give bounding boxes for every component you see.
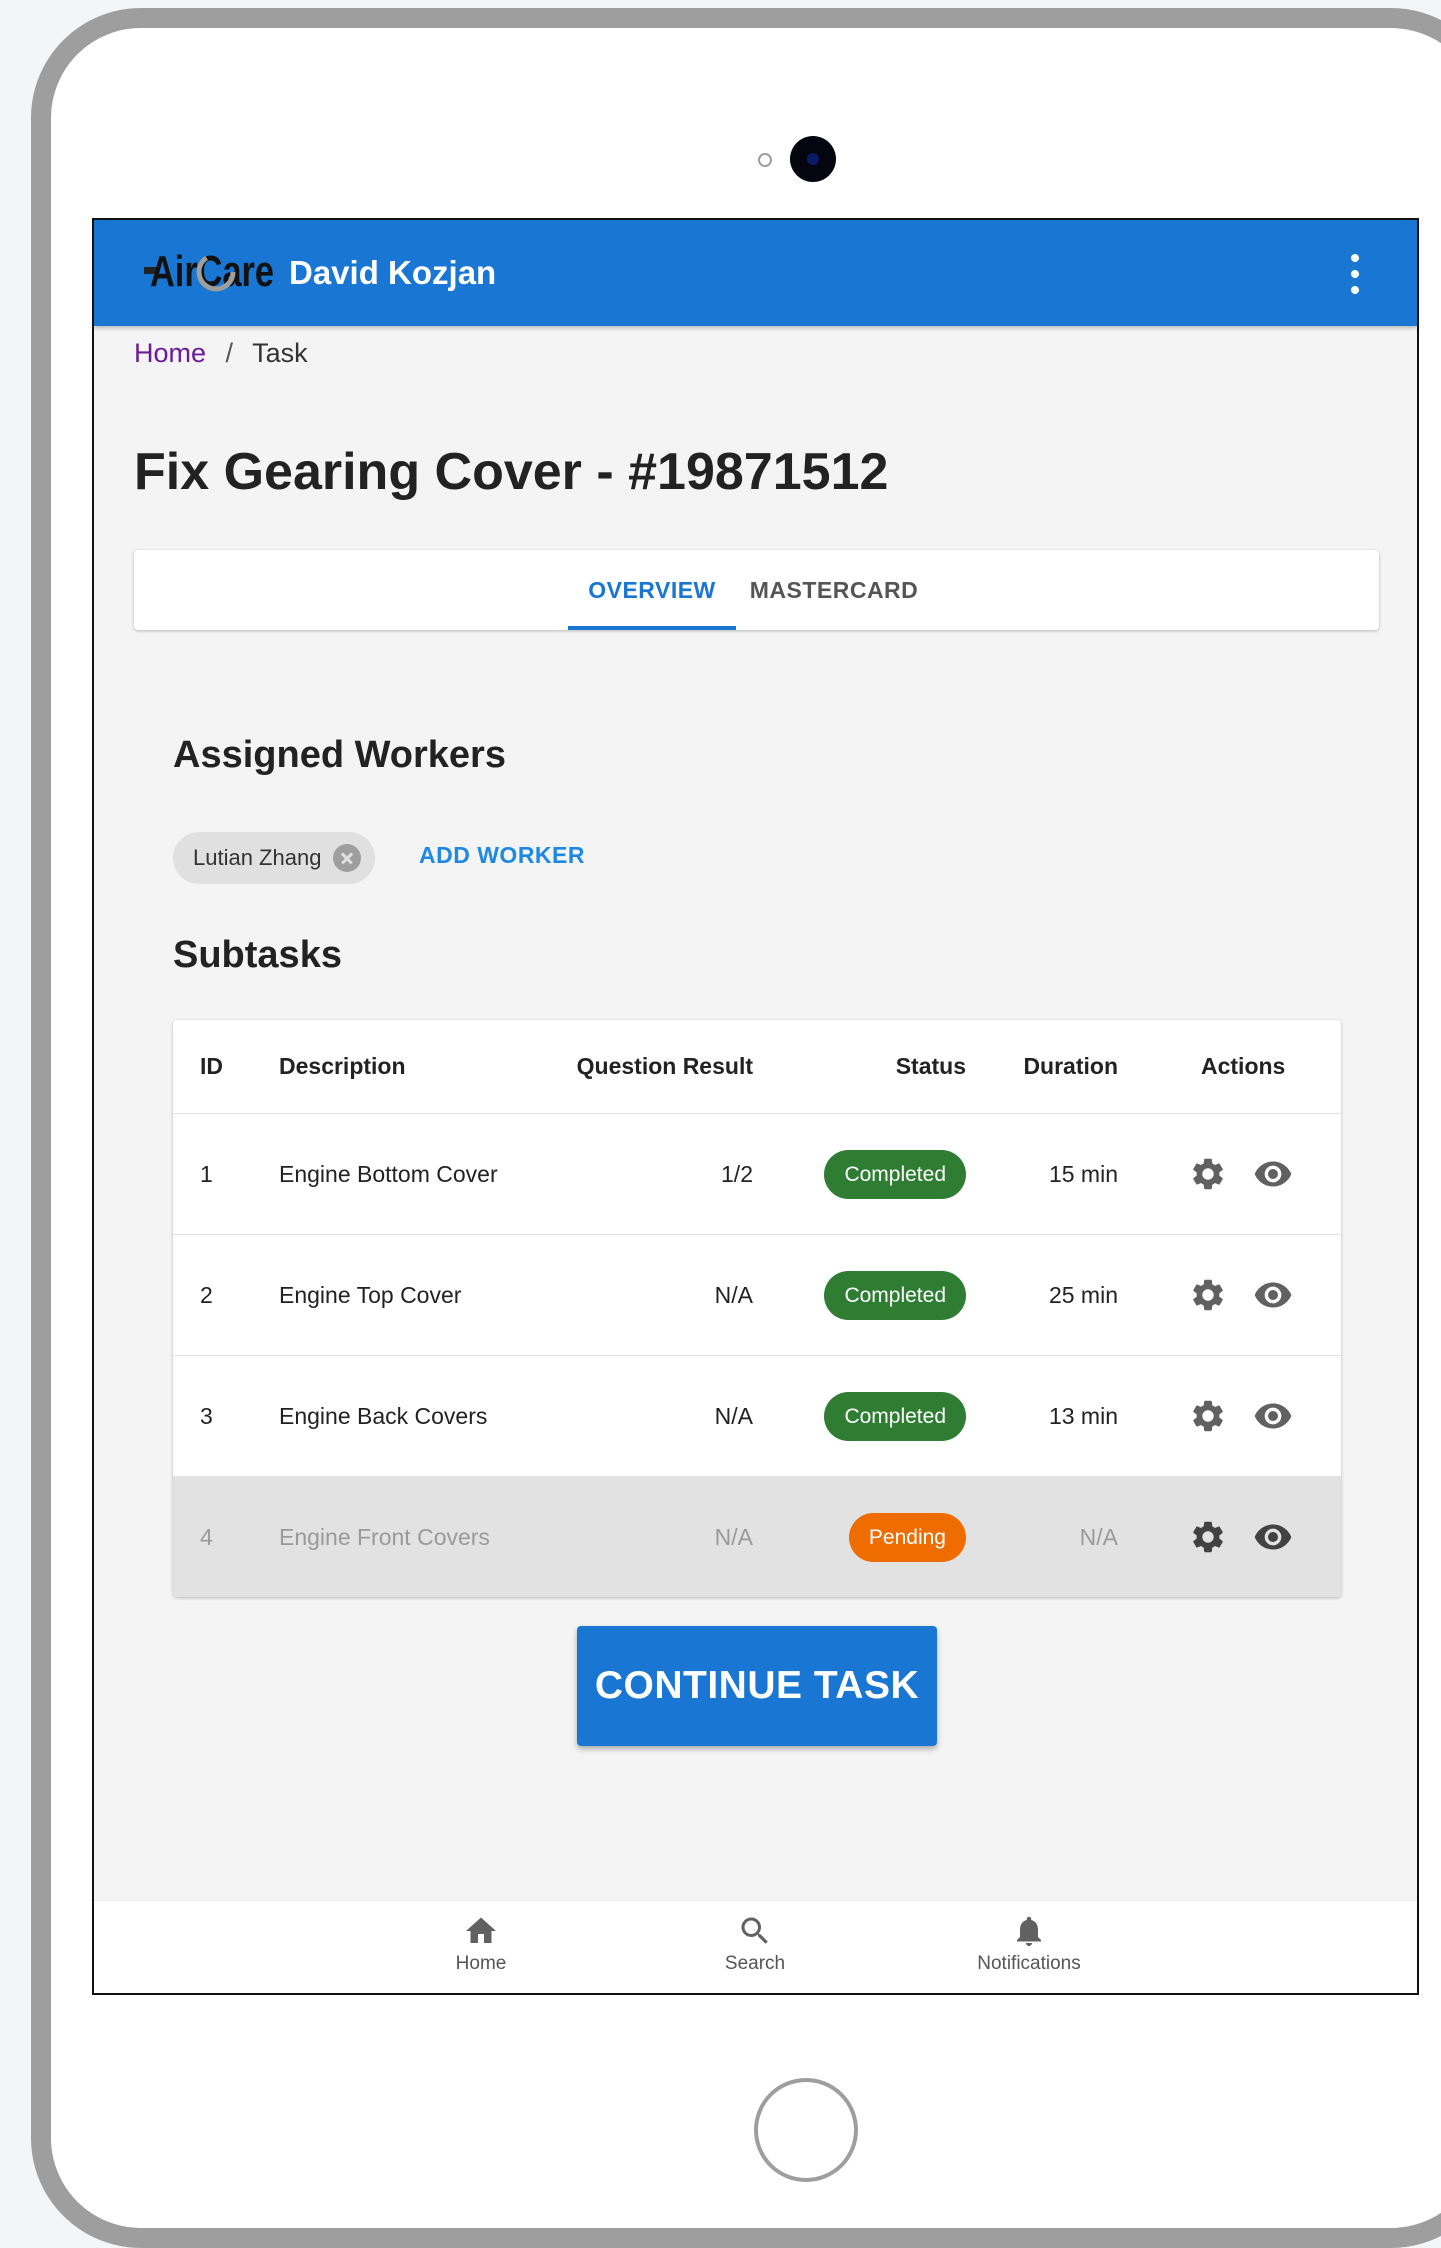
nav-notifications[interactable]: Notifications	[949, 1913, 1109, 1975]
add-worker-button[interactable]: ADD WORKER	[419, 842, 585, 869]
assigned-workers-heading: Assigned Workers	[173, 734, 506, 776]
view-eye-icon[interactable]	[1253, 1517, 1293, 1557]
view-eye-icon[interactable]	[1253, 1275, 1293, 1315]
status-badge: Completed	[824, 1391, 966, 1441]
row-id: 3	[200, 1402, 213, 1429]
nav-home-label: Home	[455, 1953, 507, 1974]
status-badge: Pending	[848, 1512, 966, 1562]
nav-search-label: Search	[724, 1953, 786, 1974]
nav-search[interactable]: Search	[675, 1913, 835, 1975]
status-badge: Completed	[824, 1270, 966, 1320]
worker-chip[interactable]: Lutian Zhang	[173, 832, 376, 884]
table-row[interactable]: 1 Engine Bottom Cover 1/2 Completed 15 m…	[173, 1114, 1341, 1235]
column-header-id[interactable]: ID	[200, 1020, 223, 1113]
table-row[interactable]: 2 Engine Top Cover N/A Completed 25 min	[173, 1235, 1341, 1356]
row-duration: 13 min	[1048, 1402, 1118, 1429]
remove-worker-icon[interactable]	[333, 844, 362, 872]
search-icon	[741, 1917, 768, 1944]
column-header-duration[interactable]: Duration	[1023, 1020, 1118, 1113]
tab-overview[interactable]: OVERVIEW	[568, 550, 736, 630]
table-row[interactable]: 4 Engine Front Covers N/A Pending N/A	[173, 1477, 1341, 1597]
table-row[interactable]: 3 Engine Back Covers N/A Completed 13 mi…	[173, 1356, 1341, 1477]
settings-gear-icon[interactable]	[1188, 1275, 1228, 1315]
more-menu-button[interactable]	[1347, 254, 1363, 294]
more-vert-icon	[1351, 254, 1359, 262]
row-duration: 25 min	[1048, 1281, 1118, 1308]
home-icon	[466, 1917, 496, 1943]
column-header-actions: Actions	[1201, 1053, 1286, 1079]
settings-gear-icon[interactable]	[1188, 1517, 1228, 1557]
column-header-status[interactable]: Status	[896, 1020, 966, 1113]
breadcrumb: Home / Task	[134, 338, 308, 369]
front-camera	[790, 136, 836, 182]
breadcrumb-current: Task	[252, 338, 308, 368]
front-sensor	[758, 153, 772, 167]
settings-gear-icon[interactable]	[1188, 1154, 1228, 1194]
row-description: Engine Front Covers	[279, 1523, 490, 1550]
row-question-result: N/A	[714, 1281, 753, 1308]
tab-mastercard[interactable]: MASTERCARD	[736, 550, 932, 630]
bottom-navigation: Home Search Notifications	[94, 1900, 1417, 1993]
status-badge: Completed	[824, 1149, 966, 1199]
breadcrumb-separator: /	[225, 338, 234, 368]
nav-home[interactable]: Home	[401, 1913, 561, 1975]
current-user-name: David Kozjan	[289, 254, 497, 291]
subtasks-heading: Subtasks	[173, 934, 342, 976]
row-description: Engine Back Covers	[279, 1402, 488, 1429]
page-title: Fix Gearing Cover - #19871512	[134, 443, 889, 501]
app-bar: AirCare David Kozjan	[94, 220, 1417, 326]
breadcrumb-home-link[interactable]: Home	[134, 338, 206, 368]
worker-chip-label: Lutian Zhang	[193, 845, 322, 870]
continue-task-button[interactable]: CONTINUE TASK	[577, 1626, 937, 1746]
row-question-result: 1/2	[721, 1160, 753, 1187]
row-description: Engine Bottom Cover	[279, 1160, 498, 1187]
row-description: Engine Top Cover	[279, 1281, 462, 1308]
row-duration: N/A	[1079, 1523, 1118, 1550]
row-id: 4	[200, 1523, 213, 1550]
nav-notifications-label: Notifications	[977, 1953, 1081, 1974]
row-id: 1	[200, 1160, 213, 1187]
view-eye-icon[interactable]	[1253, 1396, 1293, 1436]
table-header: ID Description Question Result Status Du…	[173, 1020, 1341, 1114]
subtasks-table: ID Description Question Result Status Du…	[173, 1020, 1341, 1597]
app-screen: AirCare David Kozjan Home / Task Fix Gea…	[92, 218, 1419, 1995]
row-question-result: N/A	[714, 1402, 753, 1429]
column-header-description[interactable]: Description	[279, 1020, 406, 1113]
row-id: 2	[200, 1281, 213, 1308]
view-eye-icon[interactable]	[1253, 1154, 1293, 1194]
row-duration: 15 min	[1048, 1160, 1118, 1187]
tab-bar: OVERVIEW MASTERCARD	[134, 550, 1379, 630]
bell-icon	[1017, 1916, 1041, 1946]
row-question-result: N/A	[714, 1523, 753, 1550]
device-home-button[interactable]	[754, 2078, 858, 2182]
column-header-question-result[interactable]: Question Result	[577, 1020, 753, 1113]
settings-gear-icon[interactable]	[1188, 1396, 1228, 1436]
aircare-logo: AirCare	[144, 242, 278, 298]
